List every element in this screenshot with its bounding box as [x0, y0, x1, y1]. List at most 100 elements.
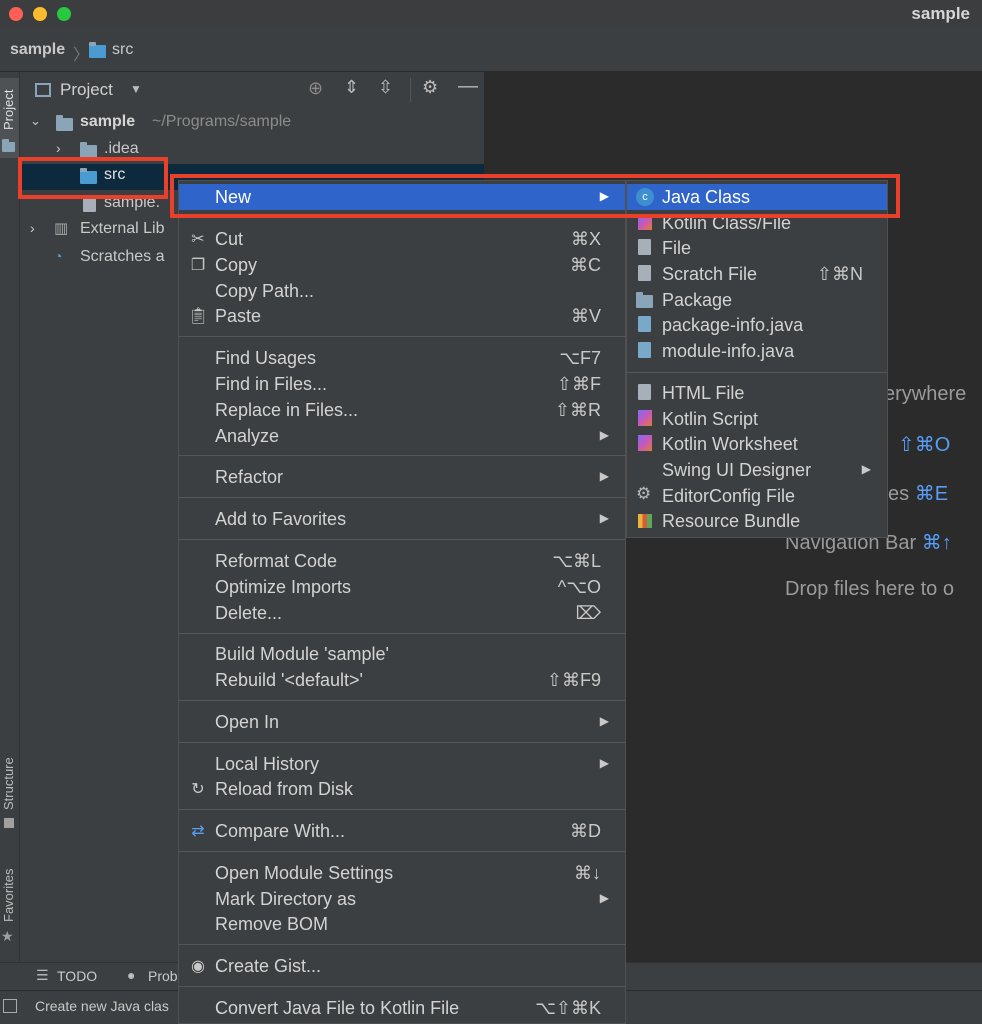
menu-item-shortcut: ⌘X [570, 229, 601, 249]
title-bar: sample [0, 0, 982, 28]
project-panel-header: Project ▼ ⊕ ⇕ ⇳ ⚙ — [20, 72, 484, 108]
chevron-right-icon[interactable]: › [56, 140, 61, 156]
menu-item-copy-path[interactable]: Copy Path... [179, 278, 625, 304]
menu-item-reformat-code[interactable]: Reformat Code ⌥⌘L [179, 548, 625, 574]
library-icon: ▥ [54, 220, 69, 237]
menu-item-label: Compare With... [215, 821, 346, 841]
star-icon: ★ [1, 928, 14, 944]
project-panel-title[interactable]: Project [60, 80, 113, 100]
status-text: Create new Java clas [35, 998, 169, 1014]
menu-item-label: Open In [215, 712, 280, 732]
favorites-tool-tab[interactable]: Favorites [1, 869, 16, 922]
submenu-item-label: package-info.java [662, 315, 804, 335]
menu-item-mark-directory-as[interactable]: Mark Directory as ▶ [179, 886, 625, 912]
menu-item-open-in[interactable]: Open In ▶ [179, 709, 625, 735]
chevron-down-icon[interactable]: ▼ [130, 82, 142, 96]
close-window-button[interactable] [9, 7, 23, 21]
submenu-item-label: Resource Bundle [662, 511, 801, 531]
menu-item-label: Mark Directory as [215, 889, 357, 909]
menu-item-label: Reformat Code [215, 551, 338, 571]
menu-item-shortcut: ⌥F7 [559, 348, 601, 368]
menu-separator [179, 497, 625, 498]
menu-item-reload-from-disk[interactable]: ↻ Reload from Disk [179, 776, 625, 802]
menu-item-delete[interactable]: Delete... ⌦ [179, 600, 625, 626]
submenu-item-package[interactable]: Package [627, 287, 887, 313]
chevron-right-icon[interactable]: › [30, 220, 35, 236]
tree-row-external-libraries[interactable]: › ▥ External Lib [20, 218, 178, 244]
submenu-item-file[interactable]: File [627, 235, 887, 261]
hide-panel-icon[interactable]: — [458, 75, 478, 98]
submenu-item-html-file[interactable]: HTML File [627, 380, 887, 406]
java-file-icon [638, 342, 651, 358]
breadcrumb-root[interactable]: sample [10, 41, 65, 59]
tree-path: ~/Programs/sample [152, 113, 292, 130]
menu-item-shortcut: ⌥⇧⌘K [535, 998, 601, 1018]
menu-item-replace-in-files[interactable]: Replace in Files... ⇧⌘R [179, 397, 625, 423]
problems-tab[interactable]: Prob [148, 968, 178, 984]
tree-label: External Lib [80, 220, 165, 237]
scratches-icon: ◔ [54, 248, 63, 264]
gear-icon[interactable]: ⚙ [422, 77, 438, 98]
submenu-item-kotlin-script[interactable]: Kotlin Script [627, 406, 887, 432]
todo-tab[interactable]: TODO [57, 968, 97, 984]
chevron-down-icon[interactable]: ⌄ [30, 113, 41, 129]
window-title: sample [911, 4, 970, 23]
structure-tool-tab[interactable]: Structure [1, 757, 16, 810]
menu-item-analyze[interactable]: Analyze ▶ [179, 423, 625, 449]
menu-separator [179, 851, 625, 852]
submenu-item-label: EditorConfig File [662, 486, 796, 506]
submenu-item-scratch-file[interactable]: Scratch File ⇧⌘N [627, 261, 887, 287]
menu-item-label: Local History [215, 754, 320, 774]
submenu-item-resource-bundle[interactable]: Resource Bundle [627, 508, 887, 534]
zoom-window-button[interactable] [57, 7, 71, 21]
tree-row-sample[interactable]: ⌄ sample ~/Programs/sample [20, 111, 484, 137]
locate-icon[interactable]: ⊕ [308, 78, 323, 99]
menu-item-label: Find in Files... [215, 374, 328, 394]
menu-item-rebuild[interactable]: Rebuild '<default>' ⇧⌘F9 [179, 667, 625, 693]
resource-bundle-icon [638, 514, 652, 528]
menu-item-refactor[interactable]: Refactor ▶ [179, 464, 625, 490]
menu-item-add-to-favorites[interactable]: Add to Favorites ▶ [179, 506, 625, 532]
collapse-all-icon[interactable]: ⇳ [378, 77, 393, 98]
menu-item-convert-java-to-kotlin[interactable]: Convert Java File to Kotlin File ⌥⇧⌘K [179, 995, 625, 1021]
breadcrumb-separator: 〉 [73, 47, 90, 64]
submenu-item-swing-ui-designer[interactable]: Swing UI Designer ▶ [627, 457, 887, 483]
menu-separator [179, 539, 625, 540]
breadcrumb-src[interactable]: src [112, 41, 133, 59]
submenu-item-kotlin-worksheet[interactable]: Kotlin Worksheet [627, 431, 887, 457]
tree-label: Scratches a [80, 248, 165, 265]
hint-goto-file-key: ⇧⌘O [898, 434, 951, 456]
menu-item-label: Copy Path... [215, 281, 315, 301]
minimize-window-button[interactable] [33, 7, 47, 21]
menu-item-create-gist[interactable]: ◉ Create Gist... [179, 953, 625, 979]
tool-window-toggle-icon[interactable] [3, 999, 17, 1013]
menu-separator [179, 700, 625, 701]
submenu-item-editorconfig[interactable]: ⚙ EditorConfig File [627, 483, 887, 509]
tree-row-scratches[interactable]: ◔ Scratches a [20, 246, 178, 272]
menu-item-paste[interactable]: 📋︎ Paste ⌘V [179, 303, 625, 329]
menu-item-find-in-files[interactable]: Find in Files... ⇧⌘F [179, 371, 625, 397]
menu-item-build-module[interactable]: Build Module 'sample' [179, 641, 625, 667]
project-view-icon [35, 83, 51, 97]
submenu-arrow-icon: ▶ [599, 891, 609, 905]
structure-icon [4, 818, 14, 828]
menu-item-find-usages[interactable]: Find Usages ⌥F7 [179, 345, 625, 371]
menu-item-open-module-settings[interactable]: Open Module Settings ⌘↓ [179, 860, 625, 886]
menu-separator [179, 742, 625, 743]
expand-all-icon[interactable]: ⇕ [344, 77, 359, 98]
menu-item-local-history[interactable]: Local History ▶ [179, 751, 625, 777]
menu-item-cut[interactable]: ✂ Cut ⌘X [179, 226, 625, 252]
menu-item-compare-with[interactable]: ⇄ Compare With... ⌘D [179, 818, 625, 844]
folder-icon [89, 42, 106, 58]
submenu-item-label: Kotlin Script [662, 409, 759, 429]
menu-item-optimize-imports[interactable]: Optimize Imports ^⌥O [179, 574, 625, 600]
hint-search-everywhere: erywhere [884, 383, 967, 405]
menu-item-copy[interactable]: ❐ Copy ⌘C [179, 252, 625, 278]
menu-separator [179, 633, 625, 634]
submenu-item-package-info[interactable]: package-info.java [627, 312, 887, 338]
menu-item-label: Remove BOM [215, 914, 329, 934]
submenu-item-label: Kotlin Worksheet [662, 434, 798, 454]
menu-item-remove-bom[interactable]: Remove BOM [179, 911, 625, 937]
submenu-item-module-info[interactable]: module-info.java [627, 338, 887, 364]
menu-item-label: Replace in Files... [215, 400, 359, 420]
